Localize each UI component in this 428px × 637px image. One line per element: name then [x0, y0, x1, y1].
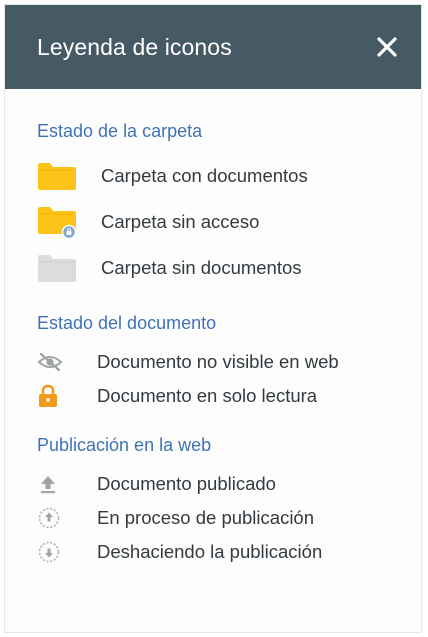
close-icon [377, 37, 397, 57]
legend-item: Carpeta con documentos [37, 153, 421, 199]
section-title: Publicación en la web [37, 435, 212, 455]
legend-item-label: Carpeta sin documentos [101, 257, 302, 278]
legend-item-label: Deshaciendo la publicación [97, 541, 323, 562]
folder-locked-icon [37, 202, 77, 242]
legend-item: Documento no visible en web [37, 345, 421, 379]
legend-item-label: Documento en solo lectura [97, 385, 318, 406]
legend-item: Carpeta sin acceso [37, 199, 421, 245]
icon-legend-panel: Leyenda de iconos Estado de la carpeta C… [4, 4, 422, 633]
legend-item-label: Documento publicado [97, 473, 276, 494]
legend-item-label: Carpeta sin acceso [101, 211, 260, 232]
section-folder-status: Estado de la carpeta Carpeta con documen… [37, 119, 421, 291]
folder-yellow-icon [37, 156, 77, 196]
legend-item: Documento en solo lectura [37, 379, 421, 413]
section-title: Estado del documento [37, 313, 217, 333]
legend-item-label: En proceso de publicación [97, 507, 315, 528]
legend-item: Deshaciendo la publicación [37, 535, 421, 569]
folder-empty-icon [37, 248, 77, 288]
panel-title: Leyenda de iconos [37, 33, 232, 60]
legend-item: Carpeta sin documentos [37, 245, 421, 291]
legend-item: En proceso de publicación [37, 501, 421, 535]
section-web-publication: Publicación en la web Documento publicad… [37, 433, 421, 569]
section-document-status: Estado del documento Documento no visibl… [37, 311, 421, 413]
section-title: Estado de la carpeta [37, 121, 203, 141]
legend-content: Estado de la carpeta Carpeta con documen… [5, 89, 421, 569]
close-button[interactable] [369, 29, 405, 65]
panel-header: Leyenda de iconos [5, 5, 421, 89]
legend-item: Documento publicado [37, 467, 421, 501]
legend-item-label: Carpeta con documentos [101, 165, 308, 186]
download-circle-icon [37, 532, 67, 572]
lock-icon [37, 376, 67, 416]
legend-item-label: Documento no visible en web [97, 351, 339, 372]
